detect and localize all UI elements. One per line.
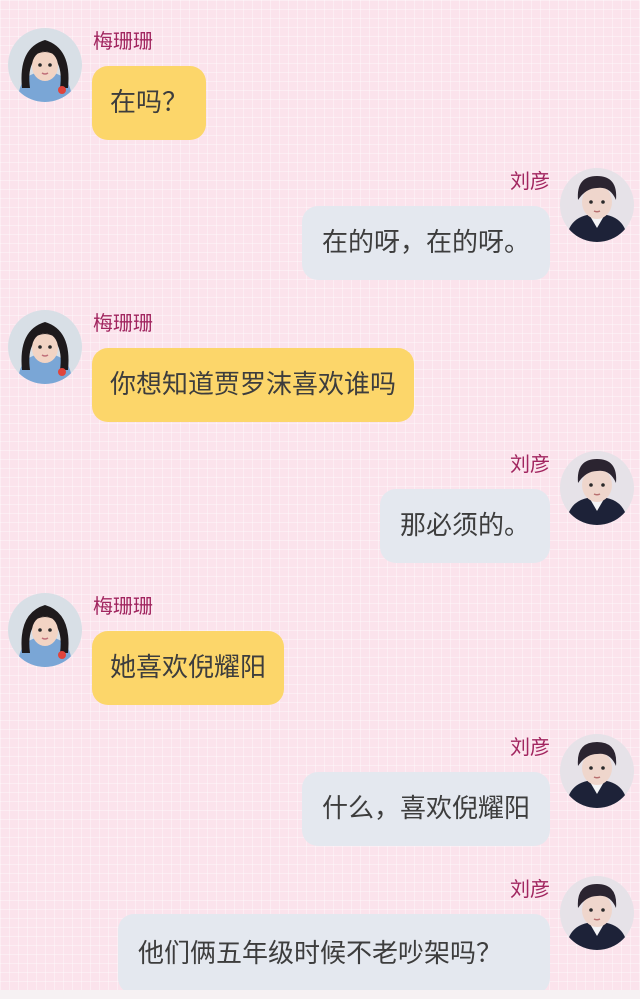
sender-avatar[interactable] (8, 593, 82, 667)
boy-avatar-icon (560, 876, 634, 950)
chat-message-outgoing: 刘彦 他们俩五年级时候不老吵架吗？ (0, 876, 640, 999)
sender-avatar[interactable] (8, 28, 82, 102)
chat-message-outgoing: 刘彦 什么，喜欢倪耀阳 (0, 734, 640, 846)
bottom-edge (0, 990, 640, 999)
girl-avatar-icon (8, 593, 82, 667)
girl-avatar-icon (8, 310, 82, 384)
sender-avatar[interactable] (560, 168, 634, 242)
sender-name: 刘彦 (510, 877, 550, 901)
message-bubble[interactable]: 在吗？ (92, 66, 207, 140)
boy-avatar-icon (560, 168, 634, 242)
message-bubble[interactable]: 你想知道贾罗沫喜欢谁吗 (92, 348, 415, 422)
message-bubble[interactable]: 那必须的。 (379, 489, 550, 563)
message-bubble[interactable]: 他们俩五年级时候不老吵架吗？ (118, 914, 550, 994)
sender-name: 梅珊珊 (93, 594, 153, 618)
boy-avatar-icon (560, 451, 634, 525)
message-bubble[interactable]: 什么，喜欢倪耀阳 (301, 772, 550, 846)
sender-avatar[interactable] (560, 734, 634, 808)
chat-message-outgoing: 刘彦 那必须的。 (0, 451, 640, 563)
sender-name: 刘彦 (510, 735, 550, 759)
sender-name: 梅珊珊 (93, 311, 153, 335)
chat-message-incoming: 梅珊珊 你想知道贾罗沫喜欢谁吗 (0, 310, 640, 422)
chat-message-incoming: 梅珊珊 她喜欢倪耀阳 (0, 593, 640, 705)
sender-avatar[interactable] (560, 451, 634, 525)
sender-name: 刘彦 (510, 452, 550, 476)
chat-conversation: 梅珊珊 在吗？ 刘彦 在的呀，在的呀。 梅珊珊 你想知道贾罗沫喜欢谁吗 刘彦 那… (0, 0, 640, 999)
sender-avatar[interactable] (560, 876, 634, 950)
message-bubble[interactable]: 她喜欢倪耀阳 (92, 631, 285, 705)
chat-message-incoming: 梅珊珊 在吗？ (0, 28, 640, 140)
chat-message-outgoing: 刘彦 在的呀，在的呀。 (0, 168, 640, 280)
sender-name: 刘彦 (510, 169, 550, 193)
message-bubble[interactable]: 在的呀，在的呀。 (301, 206, 550, 280)
sender-avatar[interactable] (8, 310, 82, 384)
sender-name: 梅珊珊 (93, 29, 153, 53)
boy-avatar-icon (560, 734, 634, 808)
girl-avatar-icon (8, 28, 82, 102)
